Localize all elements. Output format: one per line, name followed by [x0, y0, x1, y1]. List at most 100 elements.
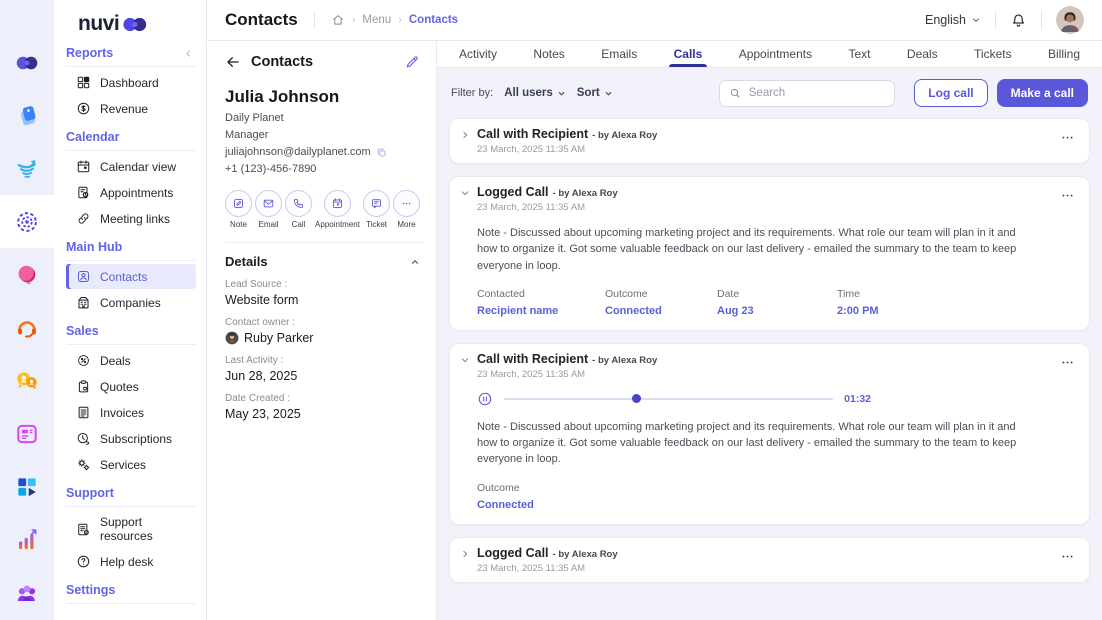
sidebar-item-dashboard[interactable]: Dashboard [66, 70, 196, 95]
breadcrumb: › Menu › Contacts [331, 13, 458, 27]
sidebar-item-label: Services [100, 458, 146, 472]
sidebar-item-subscriptions[interactable]: Subscriptions [66, 426, 196, 451]
sidebar-item-support-resources[interactable]: Support resources [66, 510, 196, 548]
infinity-app-icon[interactable] [0, 36, 54, 89]
breadcrumb-menu[interactable]: Menu [362, 14, 391, 26]
subscriptions-icon [76, 431, 91, 446]
more-action-button[interactable]: More [393, 190, 420, 229]
pause-button[interactable] [477, 391, 493, 407]
detail-field-label: Lead Source : [225, 279, 420, 290]
call-field-label: Outcome [477, 482, 534, 494]
note-action-button[interactable]: Note [225, 190, 252, 229]
chat-people-app-icon[interactable] [0, 355, 54, 408]
sidebar-item-calendar-view[interactable]: Calendar view [66, 154, 196, 179]
call-field-value[interactable]: Connected [605, 305, 717, 317]
sidebar-item-deals[interactable]: Deals [66, 348, 196, 373]
call-field-value[interactable]: 2:00 PM [837, 305, 879, 317]
card-options-menu-button[interactable] [1058, 546, 1077, 567]
sidebar-item-label: Dashboard [100, 76, 159, 90]
call-card-body: Call with Recipient- by Alexa Roy23 Marc… [472, 352, 1058, 516]
call-action-button[interactable]: Call [285, 190, 312, 229]
breadcrumb-contacts[interactable]: Contacts [409, 14, 458, 26]
tab-calls[interactable]: Calls [674, 41, 703, 67]
contact-phone[interactable]: +1 (123)-456-7890 [225, 163, 420, 175]
sidebar-item-invoices[interactable]: Invoices [66, 400, 196, 425]
call-card-author: - by Alexa Roy [553, 188, 618, 199]
people-group-app-icon[interactable] [0, 567, 54, 620]
contact-email[interactable]: juliajohnson@dailyplanet.com [225, 146, 371, 158]
sidebar-item-appointments[interactable]: Appointments [66, 180, 196, 205]
appointment-action-button[interactable]: Appointment [315, 190, 360, 229]
sidebar-collapse-chevron-left-icon[interactable] [183, 48, 194, 59]
tab-text[interactable]: Text [849, 41, 871, 67]
tab-tickets[interactable]: Tickets [974, 41, 1012, 67]
search-icon [729, 87, 741, 99]
notification-bell-button[interactable] [1010, 12, 1027, 29]
tab-emails[interactable]: Emails [601, 41, 637, 67]
expand-chevron-right-icon[interactable] [458, 128, 472, 142]
pink-sphere-app-icon[interactable] [0, 248, 54, 301]
chevron-down-icon [557, 89, 566, 98]
tab-appointments[interactable]: Appointments [739, 41, 812, 67]
tab-notes[interactable]: Notes [533, 41, 564, 67]
sidebar-item-contacts[interactable]: Contacts [66, 264, 196, 289]
copy-icon[interactable] [376, 147, 387, 158]
email-action-button[interactable]: Email [255, 190, 282, 229]
sidebar-item-label: Appointments [100, 186, 173, 200]
back-arrow-icon [225, 54, 241, 70]
sidebar-item-label: Meeting links [100, 212, 170, 226]
call-card-datetime: 23 March, 2025 11:35 AM [477, 202, 1058, 213]
call-field-outcome: OutcomeConnected [605, 288, 717, 317]
card-options-menu-button[interactable] [1058, 127, 1077, 148]
headset-app-icon[interactable] [0, 301, 54, 354]
call-field-outcome: Outcome Connected [477, 482, 534, 511]
search-input[interactable] [747, 86, 885, 100]
card-options-menu-button[interactable] [1058, 352, 1077, 373]
sidebar-item-companies[interactable]: Companies [66, 290, 196, 315]
tab-activity[interactable]: Activity [459, 41, 497, 67]
tags-app-icon[interactable] [0, 89, 54, 142]
main-column: Contacts › Menu › Contacts English [207, 0, 1102, 620]
search-box[interactable] [719, 80, 895, 107]
collapse-chevron-down-icon[interactable] [458, 353, 472, 367]
edit-contact-button[interactable] [404, 54, 420, 70]
audio-progress-track[interactable] [504, 398, 833, 400]
tab-billing[interactable]: Billing [1048, 41, 1080, 67]
sort-dropdown[interactable]: Sort [577, 87, 613, 99]
collapse-chevron-down-icon[interactable] [458, 186, 472, 200]
chevron-up-icon[interactable] [410, 257, 420, 267]
sidebar-item-meeting-links[interactable]: Meeting links [66, 206, 196, 231]
back-button[interactable] [225, 54, 241, 70]
sidebar-item-help-desk[interactable]: Help desk [66, 549, 196, 574]
brand-logo[interactable]: nuvi [78, 12, 196, 36]
call-field-value[interactable]: Aug 23 [717, 305, 837, 317]
sidebar-item-services[interactable]: Services [66, 452, 196, 477]
sidebar-section-title: Main Hub [66, 240, 122, 254]
funnel-swoosh-app-icon[interactable] [0, 142, 54, 195]
bar-chart-app-icon[interactable] [0, 514, 54, 567]
action-label: Email [259, 220, 279, 229]
deals-icon [76, 353, 91, 368]
make-a-call-button[interactable]: Make a call [997, 79, 1088, 107]
call-card-title: Call with Recipient [477, 127, 588, 141]
home-icon[interactable] [331, 13, 345, 27]
call-card-datetime: 23 March, 2025 11:35 AM [477, 563, 1058, 574]
all-users-dropdown[interactable]: All users [504, 87, 566, 99]
ticket-action-button[interactable]: Ticket [363, 190, 390, 229]
language-selector[interactable]: English [925, 13, 981, 27]
tab-deals[interactable]: Deals [907, 41, 938, 67]
details-header[interactable]: Details [225, 254, 420, 269]
gear-ring-app-icon[interactable] [0, 195, 54, 248]
sidebar-item-revenue[interactable]: Revenue [66, 96, 196, 121]
sidebar-item-quotes[interactable]: Quotes [66, 374, 196, 399]
grid-play-app-icon[interactable] [0, 461, 54, 514]
call-field-value[interactable]: Connected [477, 499, 534, 511]
card-options-menu-button[interactable] [1058, 185, 1077, 206]
audio-progress-handle[interactable] [632, 394, 641, 403]
call-field-value[interactable]: Recipient name [477, 305, 605, 317]
form-card-app-icon[interactable] [0, 408, 54, 461]
topbar-divider [995, 11, 996, 29]
log-call-button[interactable]: Log call [914, 79, 987, 107]
expand-chevron-right-icon[interactable] [458, 547, 472, 561]
user-avatar[interactable] [1056, 6, 1084, 34]
